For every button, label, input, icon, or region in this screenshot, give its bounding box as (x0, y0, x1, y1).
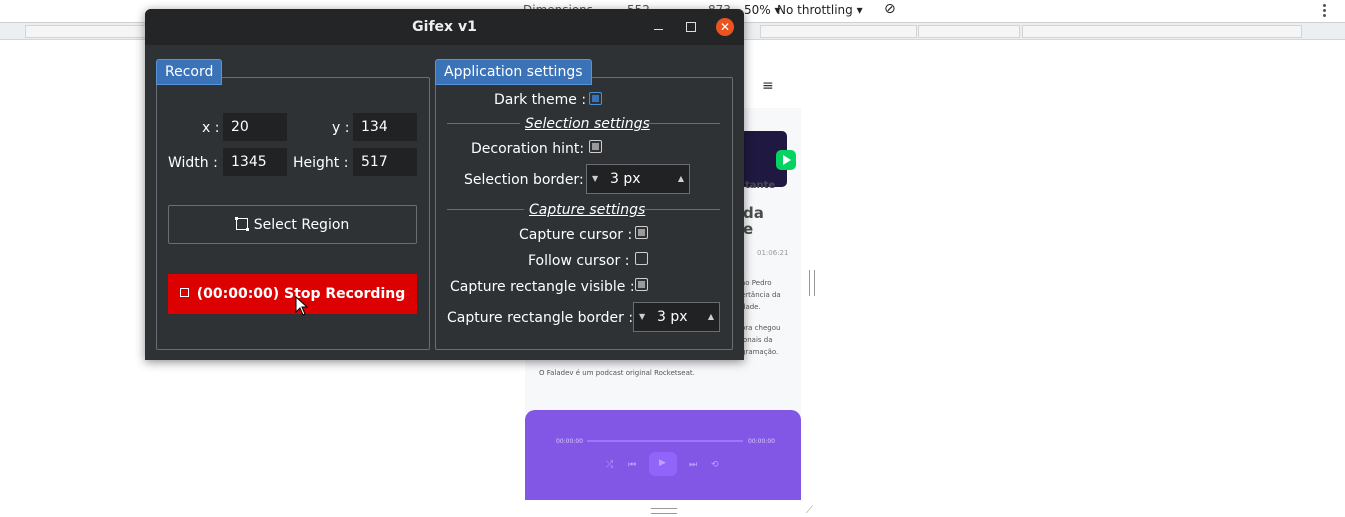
dark-theme-checkbox[interactable] (589, 92, 602, 105)
zoom-select[interactable]: 50% ▾ (744, 3, 781, 17)
select-region-button[interactable]: Select Region (168, 205, 417, 244)
rotate-icon[interactable]: ⊘ (884, 1, 896, 17)
capture-rect-visible-label: Capture rectangle visible : (450, 279, 635, 295)
capture-rect-border-spinbox[interactable]: ▼ 3 px ▲ (633, 302, 720, 332)
play-button[interactable]: ▶ (649, 452, 677, 476)
selection-settings-heading: Selection settings (525, 116, 650, 132)
description-text: gramação. (741, 348, 779, 356)
episode-title-line: e (743, 220, 754, 238)
maximize-icon[interactable] (686, 22, 696, 32)
more-options-icon[interactable] (1323, 4, 1326, 18)
player-total-time: 00:00:00 (748, 438, 775, 445)
width-label: Width : (168, 155, 218, 171)
tab-application-settings[interactable]: Application settings (435, 59, 592, 85)
description-text: ionais da (741, 336, 773, 344)
y-label: y : (332, 120, 350, 136)
shuffle-icon[interactable]: ⤮ (606, 460, 613, 470)
zoom-value: 50% (744, 3, 771, 17)
dark-theme-label: Dark theme : (494, 92, 587, 108)
episode-duration: 01:06:21 (757, 249, 789, 257)
description-text: ão Pedro (741, 279, 772, 287)
capture-rect-border-label: Capture rectangle border : (447, 310, 634, 326)
media-query-segment[interactable] (760, 25, 917, 38)
description-text: ertância da (741, 291, 781, 299)
mouse-cursor-icon (295, 296, 309, 316)
divider (447, 123, 520, 124)
player-current-time: 00:00:00 (556, 438, 583, 445)
select-region-label: Select Region (253, 217, 350, 233)
y-input[interactable]: 134 (353, 113, 417, 141)
capture-cursor-checkbox[interactable] (635, 226, 648, 239)
decoration-hint-checkbox[interactable] (589, 140, 602, 153)
follow-cursor-checkbox[interactable] (635, 252, 648, 265)
stop-recording-button[interactable]: (00:00:00) Stop Recording (168, 274, 417, 314)
badge-text: tante (745, 180, 776, 191)
height-label: Height : (293, 155, 349, 171)
resize-handle-bottom[interactable] (651, 508, 677, 514)
player-progress-track[interactable] (587, 440, 743, 442)
tab-record[interactable]: Record (156, 59, 223, 85)
height-input[interactable]: 517 (353, 148, 417, 176)
increment-icon[interactable]: ▲ (678, 165, 684, 193)
decrement-icon[interactable]: ▼ (592, 165, 598, 193)
selection-border-spinbox[interactable]: ▼ 3 px ▲ (586, 164, 690, 194)
divider (646, 123, 720, 124)
capture-settings-heading: Capture settings (529, 202, 646, 218)
capture-rect-border-value: 3 px (657, 309, 688, 325)
close-icon[interactable]: ✕ (716, 18, 734, 36)
throttling-value: No throttling (777, 3, 853, 17)
previous-icon[interactable]: ⏮ (628, 460, 636, 470)
description-text: ora chegou (741, 324, 781, 332)
play-icon[interactable] (776, 150, 796, 170)
window-titlebar[interactable]: Gifex v1 ✕ (145, 9, 744, 45)
throttling-select[interactable]: No throttling ▾ (777, 3, 863, 17)
selection-border-value: 3 px (610, 171, 641, 187)
menu-icon[interactable]: ≡ (762, 78, 774, 94)
resize-corner-icon[interactable]: ⟋ (806, 505, 813, 516)
podcast-footer-text: O Faladev é um podcast original Rocketse… (539, 369, 695, 377)
next-icon[interactable]: ⏭ (689, 460, 697, 470)
audio-player: 00:00:00 00:00:00 ⤮ ⏮ ▶ ⏭ ⟲ (525, 410, 801, 500)
decrement-icon[interactable]: ▼ (639, 303, 645, 331)
resize-handle-right[interactable] (809, 270, 815, 296)
selection-border-label: Selection border: (464, 172, 584, 188)
divider (642, 209, 720, 210)
width-input[interactable]: 1345 (223, 148, 287, 176)
media-query-segment[interactable] (918, 25, 1020, 38)
increment-icon[interactable]: ▲ (708, 303, 714, 331)
capture-cursor-label: Capture cursor : (519, 227, 633, 243)
select-region-icon (234, 217, 249, 231)
decoration-hint-label: Decoration hint: (471, 141, 585, 157)
stop-icon (179, 288, 189, 297)
gifex-window: Gifex v1 ✕ x : 20 y : 134 Width : 1345 H… (145, 9, 744, 360)
repeat-icon[interactable]: ⟲ (711, 460, 719, 470)
play-icon: ▶ (659, 458, 666, 468)
follow-cursor-label: Follow cursor : (528, 253, 630, 269)
x-input[interactable]: 20 (223, 113, 287, 141)
minimize-icon[interactable] (653, 17, 665, 35)
x-label: x : (202, 120, 220, 136)
capture-rect-visible-checkbox[interactable] (635, 278, 648, 291)
media-query-segment[interactable] (1022, 25, 1302, 38)
divider (447, 209, 524, 210)
